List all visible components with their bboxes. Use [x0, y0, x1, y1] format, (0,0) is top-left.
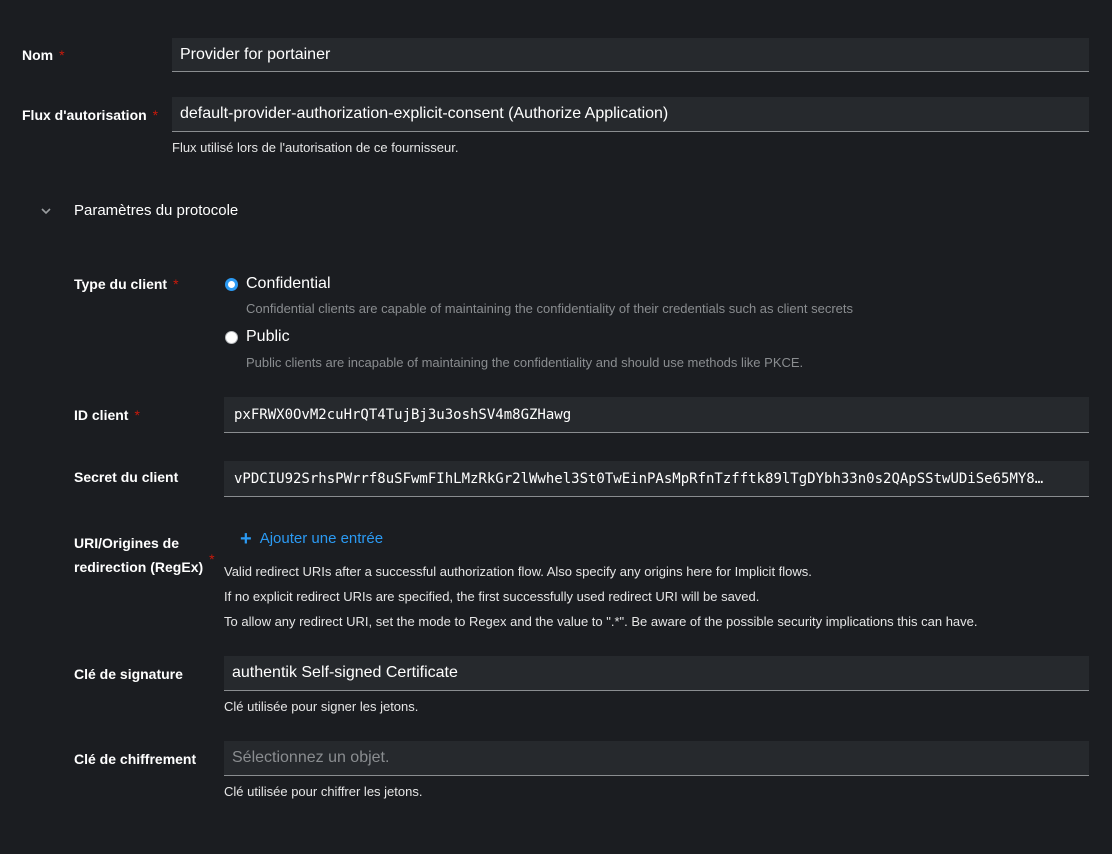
name-input[interactable]: Provider for portainer: [172, 38, 1089, 72]
signing-key-label: Clé de signature: [74, 666, 183, 682]
client-id-label: ID client *: [74, 407, 140, 423]
redirect-help-2: If no explicit redirect URIs are specifi…: [224, 589, 760, 604]
protocol-settings-title: Paramètres du protocole: [74, 202, 239, 219]
authorization-flow-help: Flux utilisé lors de l'autorisation de c…: [172, 140, 459, 155]
name-label: Nom *: [22, 47, 65, 63]
client-secret-input[interactable]: vPDCIU92SrhsPWrrf8uSFwmFIhLMzRkGr2lWwhel…: [224, 461, 1089, 497]
chevron-down-icon: [41, 207, 51, 214]
plus-icon: +: [240, 527, 252, 550]
encryption-key-help: Clé utilisée pour chiffrer les jetons.: [224, 784, 423, 799]
confidential-radio[interactable]: [225, 278, 238, 291]
client-secret-label: Secret du client: [74, 469, 179, 485]
redirect-help-3: To allow any redirect URI, set the mode …: [224, 614, 978, 629]
signing-key-select[interactable]: authentik Self-signed Certificate: [224, 656, 1089, 691]
confidential-radio-label[interactable]: Confidential: [246, 275, 331, 293]
public-radio[interactable]: [225, 331, 238, 344]
redirect-help-1: Valid redirect URIs after a successful a…: [224, 564, 812, 579]
public-radio-label[interactable]: Public: [246, 328, 290, 346]
encryption-key-select[interactable]: Sélectionnez un objet.: [224, 741, 1089, 776]
authorization-flow-label: Flux d'autorisation *: [22, 107, 159, 123]
encryption-key-label: Clé de chiffrement: [74, 751, 197, 767]
protocol-settings-toggle[interactable]: Paramètres du protocole: [40, 202, 238, 219]
client-type-label: Type du client *: [74, 276, 179, 292]
add-redirect-uri-button[interactable]: + Ajouter une entrée: [240, 527, 383, 550]
client-id-input[interactable]: pxFRWX0OvM2cuHrQT4TujBj3u3oshSV4m8GZHawg: [224, 397, 1089, 433]
confidential-description: Confidential clients are capable of main…: [246, 301, 854, 316]
authorization-flow-select[interactable]: default-provider-authorization-explicit-…: [172, 97, 1089, 132]
public-description: Public clients are incapable of maintain…: [246, 355, 804, 370]
redirect-uris-label: URI/Origines de redirection (RegEx) *: [74, 535, 215, 575]
signing-key-help: Clé utilisée pour signer les jetons.: [224, 699, 419, 714]
